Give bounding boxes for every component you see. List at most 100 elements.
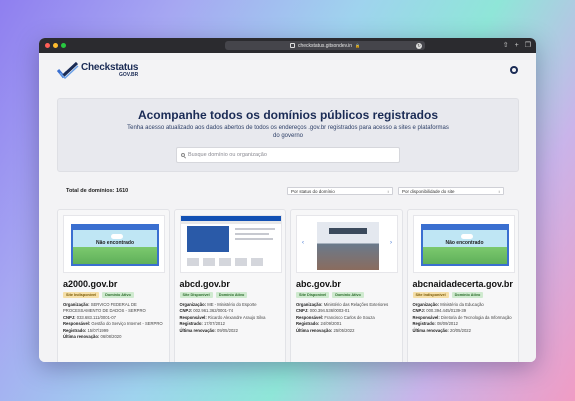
resp-value: Ricardo Alexandre Araujo Silva xyxy=(207,314,266,320)
domain-status-badge: Domínio Ativo xyxy=(102,292,134,298)
reg-value: 15/07/1999 xyxy=(87,327,109,333)
domain-info: Organização: Ministério da Educação CNPJ… xyxy=(413,302,514,334)
cnpj-value: 002.961.362/0001-74 xyxy=(193,308,234,314)
domain-status-badge: Domínio Ativo xyxy=(451,292,484,298)
site-icon xyxy=(289,43,295,48)
resp-label: Responsável: xyxy=(179,314,207,320)
page-content: Checkstatus GOV.BR Acompanhe todos os do… xyxy=(39,53,536,362)
reg-label: Registrado: xyxy=(63,327,87,333)
resp-value: Francisco Carlos de Souza xyxy=(324,314,375,320)
carousel-next-icon: › xyxy=(390,240,392,246)
not-found-illustration: Não encontrado xyxy=(71,224,159,266)
maximize-window-button[interactable] xyxy=(61,43,66,48)
cnpj-value: 000.394.536/0003-01 xyxy=(309,308,350,314)
site-thumbnail: Não encontrado xyxy=(63,215,165,273)
renew-value: 25/05/2022 xyxy=(333,327,355,333)
site-thumbnail xyxy=(179,215,282,273)
domain-card[interactable]: Não encontrado a2000.gov.br Site Indispo… xyxy=(57,209,170,362)
resp-value: Gestão do Serviço Internet - SERPRO xyxy=(91,321,163,327)
renew-label: Última renovação: xyxy=(412,327,449,333)
chevron-updown-icon: ↕ xyxy=(498,188,500,194)
close-window-button[interactable] xyxy=(45,43,50,48)
availability-filter-select[interactable]: Por disponibilidade do site ↕ xyxy=(398,187,504,195)
filters-bar: Total de domínios: 1610 Por status do do… xyxy=(57,185,519,197)
cnpj-value: 000.394.445/0139-39 xyxy=(426,308,467,314)
not-found-label: Não encontrado xyxy=(445,240,484,246)
total-domains: Total de domínios: 1610 xyxy=(66,188,129,194)
domain-info: Organização: Ministério das Relações Ext… xyxy=(296,302,397,334)
renew-label: Última renovação: xyxy=(179,327,216,333)
cnpj-label: CNPJ: xyxy=(412,308,426,314)
org-value: Ministério das Relações Exteriores xyxy=(323,302,389,307)
browser-window: checkstatus.gitsondev.in 🔒 ↻ ⇧ + ❐ Check… xyxy=(39,38,536,362)
domain-card[interactable]: Não encontrado abcnaidadecerta.gov.br Si… xyxy=(406,209,519,362)
tabs-overview-icon[interactable]: ❐ xyxy=(525,41,531,50)
search-box[interactable] xyxy=(176,147,400,163)
status-filter-value: Por status do domínio xyxy=(291,188,335,194)
browser-titlebar: checkstatus.gitsondev.in 🔒 ↻ ⇧ + ❐ xyxy=(39,38,536,53)
domain-card[interactable]: ‹ › abc.gov.br Site Disponível Domínio A… xyxy=(290,209,403,362)
renew-value: 09/05/2022 xyxy=(216,327,238,333)
status-filter-select[interactable]: Por status do domínio ↕ xyxy=(287,187,393,195)
org-label: Organização: xyxy=(179,302,207,307)
search-icon xyxy=(181,153,185,157)
site-thumbnail: Não encontrado xyxy=(412,215,515,273)
domain-name[interactable]: abcd.gov.br xyxy=(180,279,281,289)
share-icon[interactable]: ⇧ xyxy=(503,41,509,50)
minimize-window-button[interactable] xyxy=(53,43,58,48)
domain-name[interactable]: abc.gov.br xyxy=(296,279,397,289)
website-preview xyxy=(180,216,281,272)
cnpj-label: CNPJ: xyxy=(296,308,309,314)
domain-card[interactable]: abcd.gov.br Site Disponível Domínio Ativ… xyxy=(173,209,286,362)
cnpj-label: CNPJ: xyxy=(63,314,76,320)
renew-label: Última renovação: xyxy=(63,334,100,340)
site-status-badge: Site Disponível xyxy=(179,292,213,298)
renew-value: 20/05/2022 xyxy=(449,327,471,333)
page-title: Acompanhe todos os domínios públicos reg… xyxy=(137,108,439,122)
domain-cards-grid: Não encontrado a2000.gov.br Site Indispo… xyxy=(57,209,519,362)
resp-value: Diretoria de Tecnologia da Informação xyxy=(440,314,512,320)
domain-info: Organização: SERVICO FEDERAL DE PROCESSA… xyxy=(63,302,164,340)
cnpj-value: 033.683.111/0001-07 xyxy=(76,314,116,320)
search-input[interactable] xyxy=(188,152,388,158)
chevron-updown-icon: ↕ xyxy=(387,188,389,194)
reg-value: 08/09/2012 xyxy=(436,321,458,327)
resp-label: Responsável: xyxy=(412,314,440,320)
reg-label: Registrado: xyxy=(179,321,203,327)
checkmark-logo-icon xyxy=(57,61,79,79)
not-found-illustration: Não encontrado xyxy=(420,224,509,266)
lock-icon: 🔒 xyxy=(355,43,361,48)
domain-info: Organização: ME - Ministério do Esporte … xyxy=(180,302,281,334)
org-label: Organização: xyxy=(296,302,323,307)
logo-title: Checkstatus xyxy=(81,61,139,73)
not-found-label: Não encontrado xyxy=(95,240,135,246)
reload-icon[interactable]: ↻ xyxy=(416,42,422,49)
availability-filter-value: Por disponibilidade do site xyxy=(402,188,455,194)
domain-status-badge: Domínio Ativo xyxy=(332,292,364,298)
site-status-badge: Site Indisponível xyxy=(63,292,100,298)
org-value: ME - Ministério do Esporte xyxy=(207,302,257,307)
github-icon[interactable] xyxy=(510,66,518,74)
domain-status-badge: Domínio Ativo xyxy=(215,292,248,298)
org-label: Organização: xyxy=(63,302,90,307)
org-label: Organização: xyxy=(412,302,440,307)
hero-section: Acompanhe todos os domínios públicos reg… xyxy=(57,98,519,172)
resp-label: Responsável: xyxy=(296,314,324,320)
site-logo[interactable]: Checkstatus GOV.BR xyxy=(57,61,138,79)
address-bar[interactable]: checkstatus.gitsondev.in 🔒 ↻ xyxy=(225,41,425,50)
reg-label: Registrado: xyxy=(296,321,320,327)
logo-subtitle: GOV.BR xyxy=(119,71,139,78)
resp-label: Responsável: xyxy=(63,321,91,327)
renew-label: Última renovação: xyxy=(296,327,333,333)
url-text: checkstatus.gitsondev.in xyxy=(297,42,353,49)
domain-name[interactable]: abcnaidadecerta.gov.br xyxy=(413,279,514,289)
org-value: Ministério da Educação xyxy=(440,302,484,307)
domain-name[interactable]: a2000.gov.br xyxy=(63,279,164,289)
new-tab-icon[interactable]: + xyxy=(515,41,519,50)
reg-value: 17/07/2012 xyxy=(203,321,225,327)
reg-label: Registrado: xyxy=(412,321,436,327)
site-status-badge: Site Disponível xyxy=(296,292,330,298)
site-thumbnail: ‹ › xyxy=(296,215,398,273)
carousel-prev-icon: ‹ xyxy=(302,240,304,246)
site-header: Checkstatus GOV.BR xyxy=(39,53,536,88)
